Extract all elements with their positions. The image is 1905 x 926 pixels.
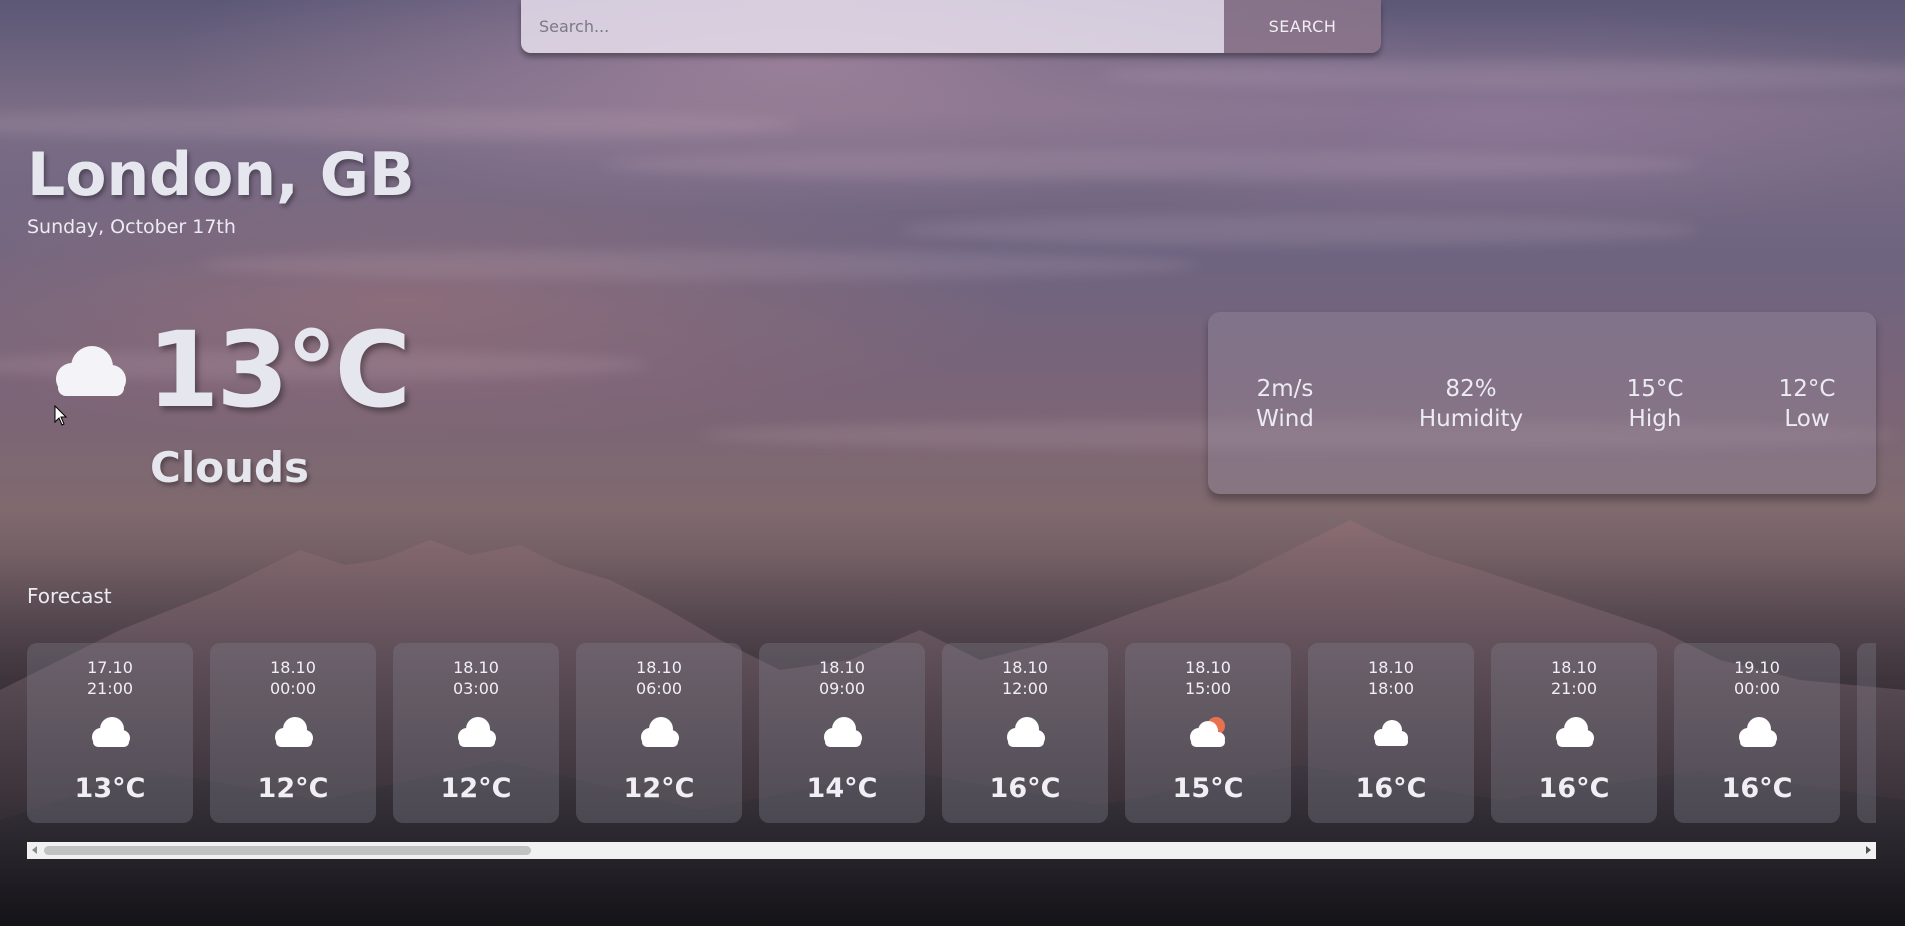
cloud-sun-icon [1190,717,1225,747]
stat-high: 15°C High [1627,374,1684,434]
cloud-icon [56,346,126,396]
forecast-card-partial [1857,643,1876,823]
cloud-icon [641,717,679,747]
scroll-left-arrow-icon[interactable] [32,846,37,854]
forecast-temp: 16°C [1538,773,1610,804]
forecast-temp: 12°C [623,773,695,804]
search-button[interactable]: SEARCH [1224,0,1381,53]
forecast-time: 21:00 [1550,679,1598,698]
forecast-time: 00:00 [1733,679,1781,698]
forecast-card: 18.10 18:00 16°C [1308,643,1474,823]
forecast-time: 09:00 [818,679,866,698]
stat-label: High [1628,406,1682,432]
current-condition: Clouds [150,443,310,492]
stat-low: 12°C Low [1779,374,1836,434]
forecast-temp: 12°C [257,773,329,804]
forecast-strip[interactable]: 17.10 21:00 13°C 18.10 00:00 12°C 18.10 … [27,643,1876,823]
forecast-card: 18.10 06:00 12°C [576,643,742,823]
forecast-time: 00:00 [269,679,317,698]
forecast-date: 17.10 [87,658,133,677]
forecast-card: 18.10 12:00 16°C [942,643,1108,823]
forecast-date: 18.10 [819,658,865,677]
current-date: Sunday, October 17th [27,216,236,238]
current-temperature: 13°C [147,309,411,431]
forecast-temp: 16°C [1721,773,1793,804]
forecast-temp: 12°C [440,773,512,804]
stat-wind: 2m/s Wind [1256,374,1314,434]
stat-value: 2m/s [1256,376,1314,402]
forecast-time: 15:00 [1184,679,1232,698]
forecast-date: 18.10 [1368,658,1414,677]
stat-label: Wind [1256,406,1314,432]
forecast-date: 18.10 [1551,658,1597,677]
cloud-icon [458,717,496,747]
search-input[interactable] [521,0,1224,53]
forecast-card: 18.10 03:00 12°C [393,643,559,823]
cloud-icon [92,717,130,747]
cloud-icon [1007,717,1045,747]
forecast-temp: 16°C [1355,773,1427,804]
stat-label: Humidity [1418,406,1524,432]
forecast-card: 19.10 00:00 16°C [1674,643,1840,823]
forecast-scrollbar[interactable] [27,842,1876,859]
forecast-date: 18.10 [636,658,682,677]
scrollbar-thumb[interactable] [44,846,531,855]
city-title: London, GB [27,140,415,210]
cloud-icon [275,717,313,747]
stat-humidity: 82% Humidity [1419,374,1523,434]
stat-value: 82% [1445,376,1497,402]
cloud-icon [1556,717,1594,747]
forecast-card: 18.10 00:00 12°C [210,643,376,823]
forecast-card: 18.10 15:00 15°C [1125,643,1291,823]
stat-value: 12°C [1778,376,1836,402]
forecast-temp: 14°C [806,773,878,804]
forecast-date: 18.10 [1185,658,1231,677]
forecast-time: 21:00 [86,679,134,698]
cloud-icon [1374,720,1408,746]
cloud-icon [1739,717,1777,747]
forecast-date: 18.10 [1002,658,1048,677]
forecast-temp: 15°C [1172,773,1244,804]
stat-label: Low [1784,406,1830,432]
cloud-icon [824,717,862,747]
forecast-time: 03:00 [452,679,500,698]
forecast-date: 18.10 [270,658,316,677]
forecast-time: 06:00 [635,679,683,698]
forecast-card: 18.10 21:00 16°C [1491,643,1657,823]
weather-stats-panel: 2m/s Wind 82% Humidity 15°C High 12°C Lo… [1208,312,1876,494]
mouse-cursor-icon [54,405,68,426]
forecast-temp: 13°C [74,773,146,804]
forecast-card: 18.10 09:00 14°C [759,643,925,823]
forecast-title: Forecast [27,584,112,608]
forecast-time: 18:00 [1367,679,1415,698]
stat-value: 15°C [1626,376,1684,402]
forecast-date: 19.10 [1734,658,1780,677]
forecast-time: 12:00 [1001,679,1049,698]
scroll-right-arrow-icon[interactable] [1866,846,1871,854]
search-bar: SEARCH [521,0,1381,53]
forecast-temp: 16°C [989,773,1061,804]
forecast-date: 18.10 [453,658,499,677]
forecast-card: 17.10 21:00 13°C [27,643,193,823]
